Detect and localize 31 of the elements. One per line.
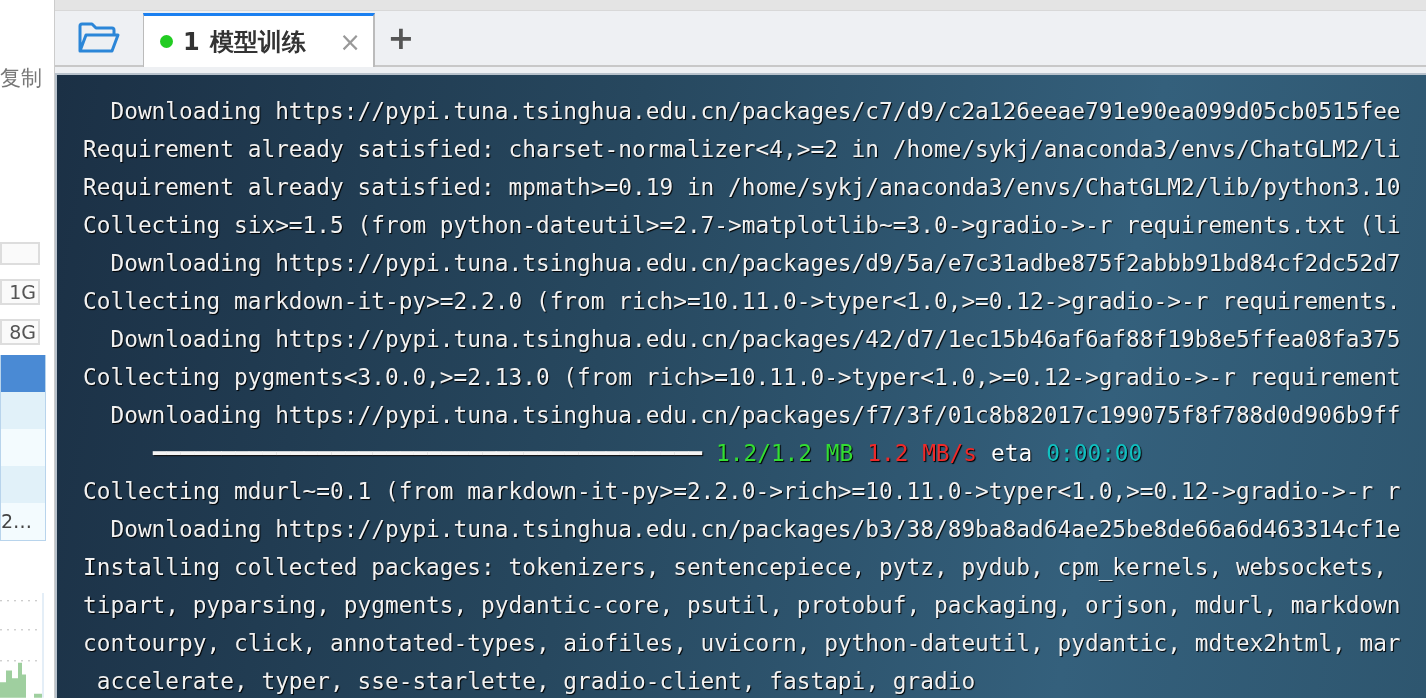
terminal-line: Downloading https://pypi.tuna.tsinghua.edu.cn/packages/f7/3f/01c8b82017c199075f8f788d0d906b9ff: [109, 401, 1402, 430]
terminal-line: Downloading https://pypi.tuna.tsinghua.edu.cn/packages/d9/5a/e7c31adbe875f2abbb91bd84cf2dc52d7: [109, 249, 1402, 278]
terminal-line: Installing collected packages: tokenizers, sentencepiece, pytz, pydub, cpm_kernels, websockets,: [83, 553, 1388, 583]
progress-text: eta: [991, 439, 1033, 468]
folder-icon: [77, 22, 121, 54]
add-tab-button[interactable]: +: [375, 11, 427, 65]
tab[interactable]: 1 模型训练 ×: [143, 13, 375, 67]
progress-text: ━━━━━━━━━━━━━━━━━━━━━━━━━━━━━━━━━━━━━━━━: [153, 439, 702, 468]
terminal-line: contourpy, click, annotated-types, aiofiles, uvicorn, python-dateutil, pydantic, mdtex2html, mar: [83, 629, 1402, 658]
tab-label: 1: [183, 27, 200, 56]
tab-label: 模型训练: [209, 26, 306, 58]
terminal-line: Requirement already satisfied: charset-normalizer<4,>=2 in /home/sykj/anaconda3/envs/ChatGLM2/li: [83, 135, 1402, 164]
input-field[interactable]: [0, 242, 40, 266]
value-field[interactable]: 1G: [0, 279, 40, 306]
terminal-line: tipart, pyparsing, pygments, pydantic-core, psutil, protobuf, packaging, orjson, mdurl, markdown: [83, 591, 1402, 620]
progress-text: 1.2/1.2 MB: [716, 439, 854, 468]
table-row[interactable]: [1, 355, 45, 393]
terminal-line: accelerate, typer, sse-starlette, gradio-client, fastapi, gradio: [95, 667, 977, 696]
progress-text: 1.2 MB/s: [867, 439, 978, 468]
progress-text: 0:00:00: [1046, 439, 1143, 468]
terminal-line: Downloading https://pypi.tuna.tsinghua.edu.cn/packages/42/d7/1ec15b46af6af88f19b8e5ffea08fa375: [109, 325, 1402, 354]
copy-label: 复制: [0, 65, 42, 92]
value-field[interactable]: 8G: [0, 319, 40, 346]
terminal-line: Downloading https://pypi.tuna.tsinghua.edu.cn/packages/c7/d9/c2a126eeae791e90ea099d05cb0515fee: [109, 97, 1402, 126]
terminal-line: Collecting six>=1.5 (from python-dateutil>=2.7->matplotlib~=3.0->gradio->-r requirements.txt (li: [83, 211, 1402, 240]
table-row[interactable]: 2…: [1, 503, 45, 541]
terminal-line: Downloading https://pypi.tuna.tsinghua.edu.cn/packages/b3/38/89ba8ad64ae25be8de66a6d463314cf1e: [109, 515, 1402, 544]
terminal-line: Collecting pygments<3.0.0,>=2.13.0 (from rich>=10.11.0->typer<1.0,>=0.12->gradio->-r requirement: [83, 363, 1402, 392]
terminal-line: Collecting mdurl~=0.1 (from markdown-it-py>=2.2.0->rich>=10.11.0->typer<1.0,>=0.12->gradio->-r r: [83, 477, 1402, 506]
terminal-line: Collecting markdown-it-py>=2.2.0 (from rich>=10.11.0->typer<1.0,>=0.12->gradio->-r requirements.: [83, 287, 1402, 316]
terminal-line: Requirement already satisfied: mpmath>=0.19 in /home/sykj/anaconda3/envs/ChatGLM2/lib/python3.10: [83, 173, 1402, 202]
